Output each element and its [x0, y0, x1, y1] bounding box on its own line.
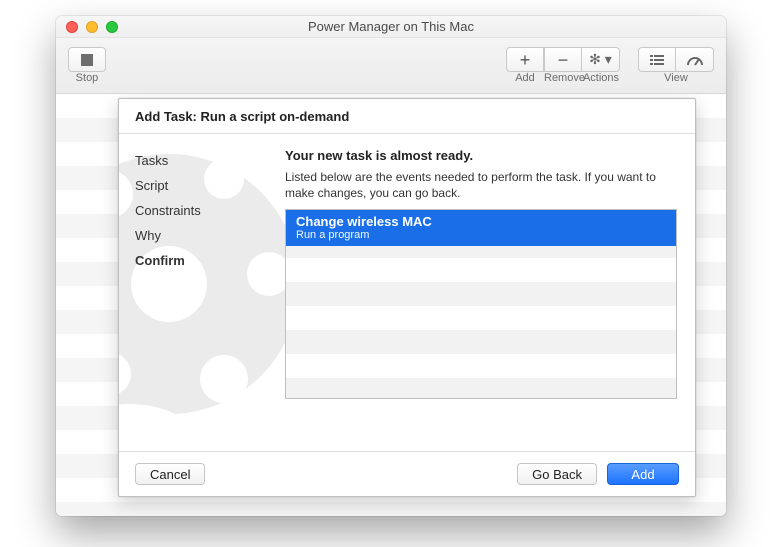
- minus-icon: −: [558, 51, 569, 69]
- event-subtitle: Run a program: [296, 229, 666, 241]
- titlebar: Power Manager on This Mac: [56, 16, 726, 38]
- toolbar-view-label: View: [638, 72, 714, 84]
- wizard-step-constraints[interactable]: Constraints: [135, 198, 261, 223]
- toolbar-view-list-button[interactable]: [638, 47, 676, 72]
- toolbar-stop[interactable]: Stop: [68, 47, 106, 84]
- toolbar-remove-button[interactable]: −: [544, 47, 582, 72]
- list-view-icon: [648, 52, 666, 68]
- stop-icon: [81, 54, 93, 66]
- toolbar-add-label: Add: [506, 72, 544, 84]
- cancel-button[interactable]: Cancel: [135, 463, 205, 485]
- sheet-footer: Cancel Go Back Add: [119, 451, 695, 496]
- wizard-step-script[interactable]: Script: [135, 173, 261, 198]
- wizard-heading: Your new task is almost ready.: [285, 148, 677, 163]
- content-area: Add Task: Run a script on-demand Tasks S…: [56, 94, 726, 516]
- plus-icon: +: [520, 51, 531, 69]
- app-window: Power Manager on This Mac Stop + − ✻ ▾ A…: [56, 16, 726, 516]
- add-button[interactable]: Add: [607, 463, 679, 485]
- wizard-description: Listed below are the events needed to pe…: [285, 169, 677, 201]
- go-back-button[interactable]: Go Back: [517, 463, 597, 485]
- toolbar: Stop + − ✻ ▾ Add Remove Actions: [56, 38, 726, 94]
- wizard-step-confirm[interactable]: Confirm: [135, 248, 261, 273]
- add-task-sheet: Add Task: Run a script on-demand Tasks S…: [118, 98, 696, 497]
- wizard-steps-sidebar: Tasks Script Constraints Why Confirm: [119, 134, 277, 451]
- toolbar-actions-button[interactable]: ✻ ▾: [582, 47, 620, 72]
- toolbar-stop-label: Stop: [76, 72, 99, 84]
- event-row[interactable]: Change wireless MAC Run a program: [286, 210, 676, 246]
- toolbar-remove-label: Remove: [544, 72, 582, 84]
- toolbar-actions-label: Actions: [582, 72, 620, 84]
- wizard-step-why[interactable]: Why: [135, 223, 261, 248]
- gauge-view-icon: [686, 52, 704, 68]
- gear-icon: ✻ ▾: [589, 51, 612, 68]
- events-list[interactable]: Change wireless MAC Run a program: [285, 209, 677, 399]
- toolbar-add-button[interactable]: +: [506, 47, 544, 72]
- sheet-title: Add Task: Run a script on-demand: [119, 99, 695, 134]
- window-title: Power Manager on This Mac: [56, 19, 726, 34]
- wizard-step-tasks[interactable]: Tasks: [135, 148, 261, 173]
- event-name: Change wireless MAC: [296, 214, 666, 229]
- wizard-main-panel: Your new task is almost ready. Listed be…: [277, 134, 695, 451]
- toolbar-view-gauge-button[interactable]: [676, 47, 714, 72]
